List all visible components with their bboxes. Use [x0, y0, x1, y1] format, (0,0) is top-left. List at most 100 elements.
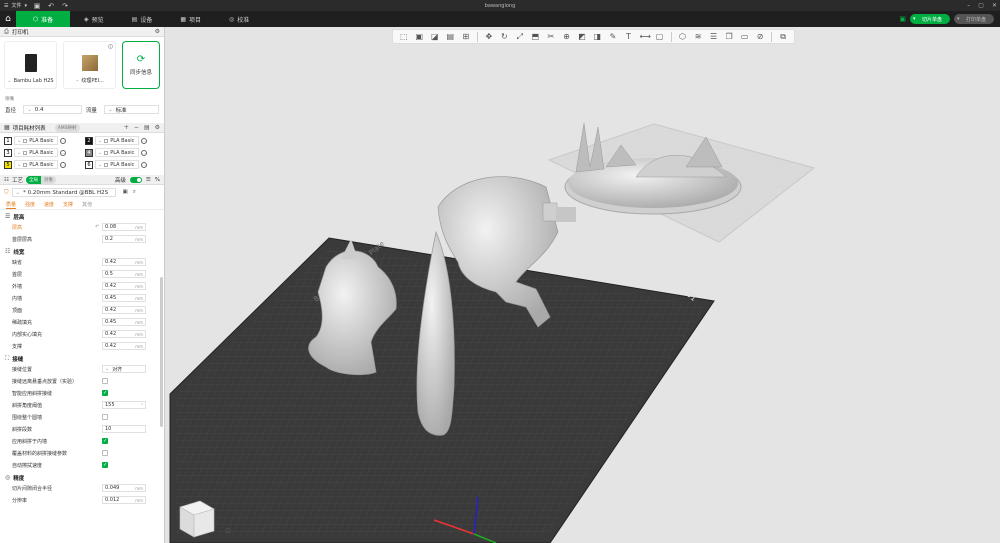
navigation-cube[interactable]: [174, 497, 218, 541]
reset-icon[interactable]: ↶: [95, 224, 100, 230]
seam-paint-icon[interactable]: ◨: [593, 32, 602, 41]
sidebar-scrollbar[interactable]: [160, 277, 163, 427]
setting-checkbox[interactable]: [102, 378, 108, 384]
tab-device[interactable]: ▤ 设备: [118, 11, 167, 27]
filament-settings-icon[interactable]: ⋯: [60, 149, 66, 156]
mesh-boolean-icon[interactable]: ⊕: [562, 32, 571, 41]
diameter-select[interactable]: ⌄ 0.4: [23, 105, 82, 114]
sync-info-button[interactable]: ⟳ 同步信息: [122, 41, 160, 89]
setting-checkbox[interactable]: ✓: [102, 438, 108, 444]
tab-prepare[interactable]: ⬡ 准备: [16, 11, 70, 27]
subtab-quality[interactable]: 质量: [6, 201, 17, 209]
delete-icon[interactable]: ⊘: [756, 32, 765, 41]
setting-checkbox[interactable]: [102, 414, 108, 420]
arrange-icon[interactable]: ▤: [446, 32, 455, 41]
setting-input[interactable]: 0.42 mm: [102, 258, 146, 266]
cut-icon[interactable]: ✂: [546, 32, 555, 41]
plate-selector[interactable]: i ⌄ 纹理PEI...: [63, 41, 116, 89]
filament-item[interactable]: 6 ⌄ PLA Basic ⋯: [85, 160, 160, 169]
subtab-other[interactable]: 其他: [82, 201, 92, 208]
filament-settings-icon[interactable]: ⋯: [60, 161, 66, 168]
filament-select[interactable]: ⌄ PLA Basic: [14, 160, 58, 169]
remove-icon[interactable]: −: [134, 124, 139, 131]
save-icon[interactable]: ▣: [123, 189, 128, 196]
setting-select[interactable]: ⌄ 对齐: [102, 365, 146, 373]
subtab-speed[interactable]: 速度: [44, 201, 54, 208]
home-icon[interactable]: ⌂: [0, 11, 16, 27]
filament-item[interactable]: 2 ⌄ PLA Basic ⋯: [85, 136, 160, 145]
printer-selector[interactable]: ⌄ Bambu Lab H2S: [4, 41, 57, 89]
setting-input[interactable]: 0.2 mm: [102, 235, 146, 243]
color-paint-icon[interactable]: ✎: [608, 32, 617, 41]
process-preset-select[interactable]: ⌄ * 0.20mm Standard @BBL H2S: [11, 188, 116, 197]
setting-checkbox[interactable]: [102, 450, 108, 456]
layers-icon[interactable]: ☰: [709, 32, 718, 41]
search-icon[interactable]: ⌕: [133, 189, 136, 196]
tab-project[interactable]: ▦ 项目: [166, 11, 215, 27]
minimize-icon[interactable]: –: [967, 0, 970, 11]
copy-icon[interactable]: ❐: [725, 32, 734, 41]
variable-layer-icon[interactable]: ≋: [694, 32, 703, 41]
save-icon[interactable]: ▣: [33, 2, 41, 10]
add-icon[interactable]: +: [124, 124, 129, 131]
filament-item[interactable]: 3 ⌄ PLA Basic ⋯: [4, 148, 79, 157]
filament-settings-icon[interactable]: ⋯: [141, 149, 147, 156]
fit-view-icon[interactable]: ⊙: [223, 526, 233, 536]
setting-input[interactable]: 0.42 mm: [102, 282, 146, 290]
plate-icon[interactable]: ▣: [899, 15, 906, 23]
filament-select[interactable]: ⌄ PLA Basic: [95, 160, 139, 169]
info-icon[interactable]: i: [108, 44, 113, 49]
filament-settings-icon[interactable]: ⋯: [60, 137, 66, 144]
filament-settings-icon[interactable]: ⋯: [141, 161, 147, 168]
add-plate-icon[interactable]: ▣: [415, 32, 424, 41]
lay-on-face-icon[interactable]: ⬒: [531, 32, 540, 41]
slice-button[interactable]: ▾ 切片单盘: [909, 14, 950, 24]
scene-canvas[interactable]: 01 Bambu Textured PEI Plate: [166, 27, 1000, 543]
close-icon[interactable]: ✕: [992, 0, 997, 11]
subtab-strength[interactable]: 强度: [25, 201, 35, 208]
measure-icon[interactable]: ⟷: [640, 32, 651, 41]
cube-view-icon[interactable]: ⧉: [779, 32, 788, 41]
undo-icon[interactable]: ↶: [47, 2, 55, 10]
flow-select[interactable]: ⌄ 标准: [104, 105, 160, 114]
rotate-icon[interactable]: ↻: [500, 32, 509, 41]
ams-icon[interactable]: ▤: [144, 124, 150, 131]
subtab-support[interactable]: 支撑: [63, 201, 73, 208]
gear-icon[interactable]: ⚙: [155, 124, 160, 131]
setting-input[interactable]: 0.42 mm: [102, 306, 146, 314]
filament-select[interactable]: ⌄ PLA Basic: [95, 148, 139, 157]
maximize-icon[interactable]: ▢: [978, 0, 984, 11]
scope-global[interactable]: 全局: [25, 175, 41, 184]
setting-input[interactable]: 0.012 mm: [102, 496, 146, 504]
setting-input[interactable]: 0.42 mm: [102, 342, 146, 350]
setting-input[interactable]: 0.42 mm: [102, 330, 146, 338]
advanced-toggle[interactable]: [129, 176, 142, 183]
setting-input[interactable]: 10: [102, 425, 146, 433]
view-icon[interactable]: ⬡: [678, 32, 687, 41]
scope-object[interactable]: 对象: [40, 175, 56, 184]
add-object-icon[interactable]: ⬚: [399, 32, 408, 41]
gear-icon[interactable]: ⚙: [155, 28, 160, 35]
setting-checkbox[interactable]: ✓: [102, 390, 108, 396]
chevron-down-icon[interactable]: ▾: [913, 16, 916, 22]
setting-input[interactable]: 0.049 mm: [102, 484, 146, 492]
split-icon[interactable]: ⊞: [461, 32, 470, 41]
3d-viewport[interactable]: 01 Bambu Textured PEI Plate ⬚ ▣ ◪ ▤ ⊞: [166, 27, 1000, 543]
chevron-down-icon[interactable]: ▾: [957, 16, 960, 22]
orient-icon[interactable]: ◪: [430, 32, 439, 41]
filament-select[interactable]: ⌄ PLA Basic: [95, 136, 139, 145]
tab-calibration[interactable]: ◎ 校准: [215, 11, 263, 27]
filament-item[interactable]: 5 ⌄ PLA Basic ⋯: [4, 160, 79, 169]
filament-select[interactable]: ⌄ PLA Basic: [14, 148, 58, 157]
print-button[interactable]: ▾ 打印单盘: [953, 14, 994, 24]
scale-icon[interactable]: ⤢: [515, 32, 524, 41]
move-icon[interactable]: ✥: [484, 32, 493, 41]
setting-input[interactable]: 0.5 mm: [102, 270, 146, 278]
file-menu[interactable]: ☰ 文件 ▾: [0, 2, 27, 10]
setting-input[interactable]: 155 °: [102, 401, 146, 409]
percent-icon[interactable]: %: [155, 177, 160, 183]
setting-input[interactable]: 0.45 mm: [102, 318, 146, 326]
scope-toggle[interactable]: 全局 对象: [25, 175, 56, 184]
filament-settings-icon[interactable]: ⋯: [141, 137, 147, 144]
setting-input[interactable]: 0.08 mm: [102, 223, 146, 231]
